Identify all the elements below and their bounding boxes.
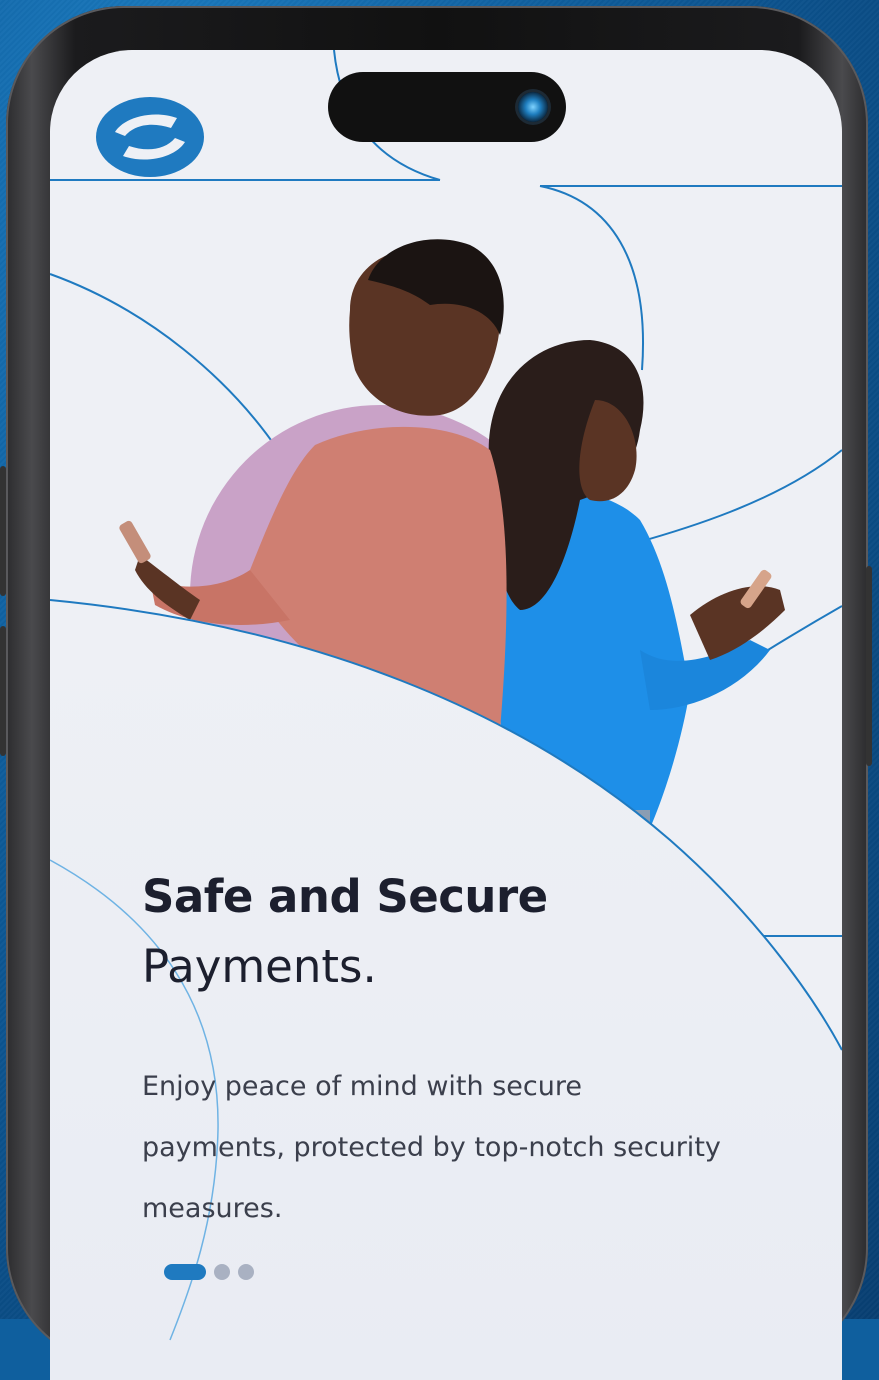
phone-screen: Safe and Secure Payments. Enjoy peace of… (50, 50, 842, 1380)
front-camera-icon (518, 92, 548, 122)
brand-logo-icon (96, 97, 204, 177)
onboarding-title-light: Payments. (142, 940, 377, 993)
page-dot[interactable] (238, 1264, 254, 1280)
page-dot-active[interactable] (164, 1264, 206, 1280)
phone-frame: Safe and Secure Payments. Enjoy peace of… (0, 6, 872, 1380)
page-indicator (164, 1264, 254, 1280)
volume-up-button (0, 466, 6, 596)
dynamic-island (328, 72, 566, 142)
volume-down-button (0, 626, 6, 756)
onboarding-title-bold: Safe and Secure (142, 870, 548, 923)
onboarding-content: Safe and Secure Payments. Enjoy peace of… (142, 870, 762, 1239)
onboarding-description: Enjoy peace of mind with secure payments… (142, 1071, 721, 1224)
power-button (866, 566, 872, 766)
page-dot[interactable] (214, 1264, 230, 1280)
